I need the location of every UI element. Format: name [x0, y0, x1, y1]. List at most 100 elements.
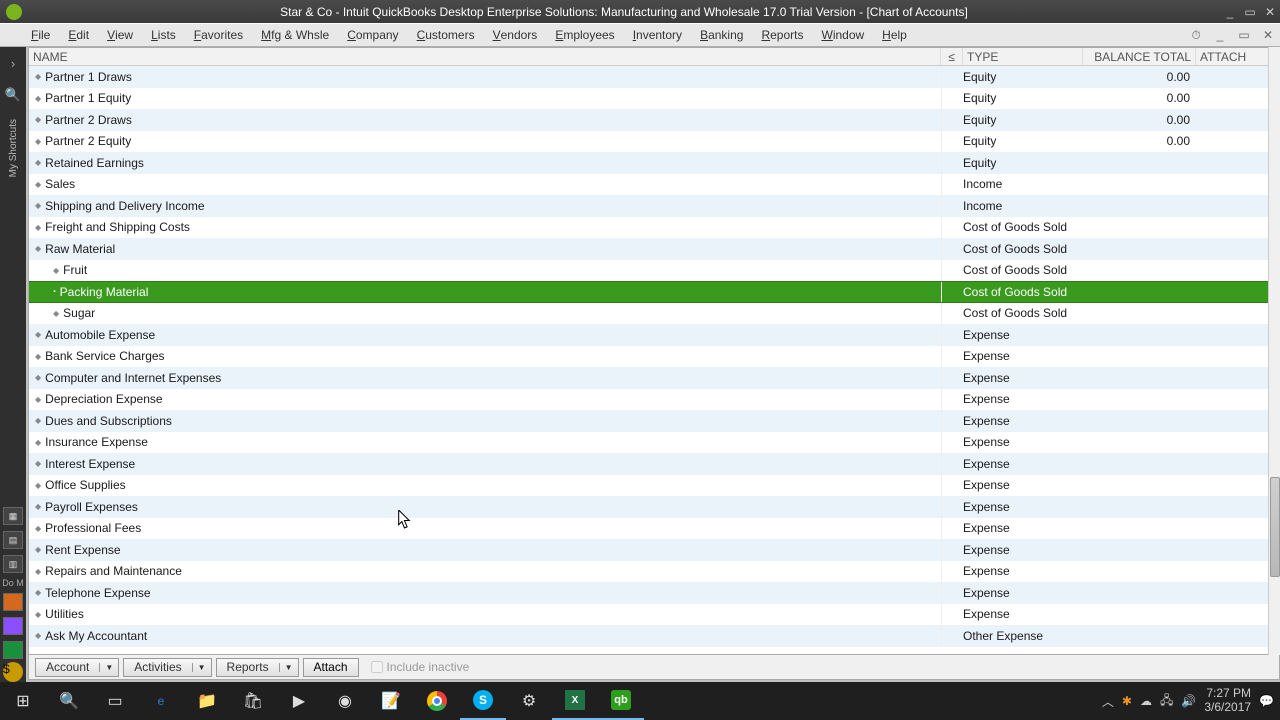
account-row[interactable]: ◆Retained EarningsEquity [29, 152, 1279, 174]
settings-icon[interactable]: ⚙ [506, 682, 552, 720]
account-row[interactable]: ◆Bank Service ChargesExpense [29, 346, 1279, 368]
reminders-icon[interactable]: ⏱ [1186, 25, 1206, 45]
column-header-balance[interactable]: BALANCE TOTAL [1083, 48, 1196, 65]
include-inactive-checkbox[interactable]: Include inactive [371, 660, 470, 674]
column-header-lightning[interactable]: ≤ [941, 48, 963, 65]
shortcut-app-3[interactable]: ▥ [3, 555, 23, 573]
shortcut-purple[interactable] [3, 617, 23, 635]
account-row[interactable]: ◆Partner 2 EquityEquity0.00 [29, 131, 1279, 153]
account-row[interactable]: ◆Partner 1 DrawsEquity0.00 [29, 66, 1279, 88]
tray-onedrive-icon[interactable]: ☁ [1140, 694, 1152, 708]
account-row[interactable]: ◆Partner 2 DrawsEquity0.00 [29, 109, 1279, 131]
skype-icon[interactable]: S [460, 682, 506, 720]
account-name-label: Utilities [45, 607, 84, 621]
reports-menu-button[interactable]: Reports▼ [216, 658, 299, 677]
menu-company[interactable]: Company [338, 24, 407, 46]
attach-button[interactable]: Attach [303, 658, 359, 677]
tray-network-icon[interactable]: 🖧 [1160, 691, 1173, 712]
menu-view[interactable]: View [98, 24, 142, 46]
shortcut-app-2[interactable]: ▤ [3, 531, 23, 549]
maximize-button[interactable]: ▭ [1240, 2, 1260, 22]
expand-sidebar-button[interactable]: › [1, 51, 25, 75]
store-icon[interactable]: 🛍 [230, 682, 276, 720]
tray-volume-icon[interactable]: 🔊 [1181, 694, 1196, 708]
shortcut-green[interactable] [3, 641, 23, 659]
account-row[interactable]: ◆Freight and Shipping CostsCost of Goods… [29, 217, 1279, 239]
account-name-label: Partner 1 Equity [45, 91, 131, 105]
account-row[interactable]: ·Packing MaterialCost of Goods Sold [29, 281, 1279, 303]
menu-help[interactable]: Help [873, 24, 916, 46]
system-tray[interactable]: ︿ ✱ ☁ 🖧 🔊 7:27 PM 3/6/2017 💬 [1102, 687, 1280, 715]
account-row[interactable]: ◆Automobile ExpenseExpense [29, 324, 1279, 346]
account-menu-button[interactable]: Account▼ [35, 658, 119, 677]
account-row[interactable]: ◆SalesIncome [29, 174, 1279, 196]
close-button[interactable]: ✕ [1260, 2, 1280, 22]
tray-date[interactable]: 3/6/2017 [1204, 701, 1251, 715]
excel-icon[interactable]: X [552, 682, 598, 720]
account-name-label: Repairs and Maintenance [45, 564, 182, 578]
tray-avast-icon[interactable]: ✱ [1122, 694, 1132, 708]
account-row[interactable]: ◆Insurance ExpenseExpense [29, 432, 1279, 454]
quickbooks-icon[interactable]: qb [598, 682, 644, 720]
account-row[interactable]: ◆Rent ExpenseExpense [29, 539, 1279, 561]
my-shortcuts-label[interactable]: My Shortcuts [8, 119, 19, 177]
account-row[interactable]: ◆Depreciation ExpenseExpense [29, 389, 1279, 411]
account-row[interactable]: ◆Raw MaterialCost of Goods Sold [29, 238, 1279, 260]
menu-vendors[interactable]: Vendors [484, 24, 547, 46]
column-header-row: NAME ≤ TYPE BALANCE TOTAL ATTACH [29, 48, 1279, 66]
media-player-icon[interactable]: ▶ [276, 682, 322, 720]
search-taskbar-icon[interactable]: 🔍 [46, 682, 92, 720]
include-inactive-input[interactable] [371, 661, 383, 673]
file-explorer-icon[interactable]: 📁 [184, 682, 230, 720]
sticky-notes-icon[interactable]: 📝 [368, 682, 414, 720]
shortcut-orange[interactable] [3, 593, 23, 611]
minimize-button[interactable]: _ [1220, 2, 1240, 22]
scrollbar-thumb[interactable] [1270, 477, 1280, 577]
menu-reports[interactable]: Reports [752, 24, 812, 46]
column-header-name[interactable]: NAME [29, 48, 941, 65]
account-row[interactable]: ◆Professional FeesExpense [29, 518, 1279, 540]
diamond-bullet-icon: ◆ [35, 631, 41, 640]
column-header-attach[interactable]: ATTACH [1196, 48, 1279, 65]
account-row[interactable]: ◆Repairs and MaintenanceExpense [29, 561, 1279, 583]
start-button[interactable]: ⊞ [0, 682, 46, 720]
activities-menu-button[interactable]: Activities▼ [123, 658, 211, 677]
vertical-scrollbar[interactable] [1268, 47, 1280, 655]
account-row[interactable]: ◆Telephone ExpenseExpense [29, 582, 1279, 604]
account-row[interactable]: ◆Interest ExpenseExpense [29, 453, 1279, 475]
tray-chevron-up-icon[interactable]: ︿ [1102, 693, 1114, 710]
search-icon[interactable]: 🔍 [1, 83, 25, 107]
menu-favorites[interactable]: Favorites [185, 24, 252, 46]
account-row[interactable]: ◆Dues and SubscriptionsExpense [29, 410, 1279, 432]
child-minimize-icon[interactable]: _ [1210, 25, 1230, 45]
column-header-type[interactable]: TYPE [963, 48, 1083, 65]
menu-window[interactable]: Window [812, 24, 873, 46]
task-view-icon[interactable]: ▭ [92, 682, 138, 720]
obs-icon[interactable]: ◉ [322, 682, 368, 720]
account-row[interactable]: ◆Payroll ExpensesExpense [29, 496, 1279, 518]
tray-notifications-icon[interactable]: 💬 [1259, 694, 1274, 708]
account-row[interactable]: ◆UtilitiesExpense [29, 604, 1279, 626]
child-restore-icon[interactable]: ▭ [1234, 25, 1254, 45]
menu-employees[interactable]: Employees [546, 24, 623, 46]
menu-file[interactable]: File [22, 24, 59, 46]
menu-inventory[interactable]: Inventory [624, 24, 691, 46]
account-row[interactable]: ◆Partner 1 EquityEquity0.00 [29, 88, 1279, 110]
account-row[interactable]: ◆FruitCost of Goods Sold [29, 260, 1279, 282]
shortcut-app-1[interactable]: ▦ [3, 507, 23, 525]
account-row[interactable]: ◆Ask My AccountantOther Expense [29, 625, 1279, 647]
shortcut-gold-circle[interactable]: $ [3, 662, 23, 682]
child-close-icon[interactable]: ✕ [1258, 25, 1278, 45]
account-row[interactable]: ◆SugarCost of Goods Sold [29, 303, 1279, 325]
account-row[interactable]: ◆Shipping and Delivery IncomeIncome [29, 195, 1279, 217]
menu-customers[interactable]: Customers [408, 24, 484, 46]
chrome-icon[interactable] [414, 682, 460, 720]
menu-banking[interactable]: Banking [691, 24, 752, 46]
account-row[interactable]: ◆Office SuppliesExpense [29, 475, 1279, 497]
menu-lists[interactable]: Lists [142, 24, 185, 46]
account-row[interactable]: ◆Computer and Internet ExpensesExpense [29, 367, 1279, 389]
menu-mfg---whsle[interactable]: Mfg & Whsle [252, 24, 338, 46]
tray-time[interactable]: 7:27 PM [1206, 687, 1251, 701]
edge-browser-icon[interactable]: e [138, 682, 184, 720]
menu-edit[interactable]: Edit [59, 24, 98, 46]
